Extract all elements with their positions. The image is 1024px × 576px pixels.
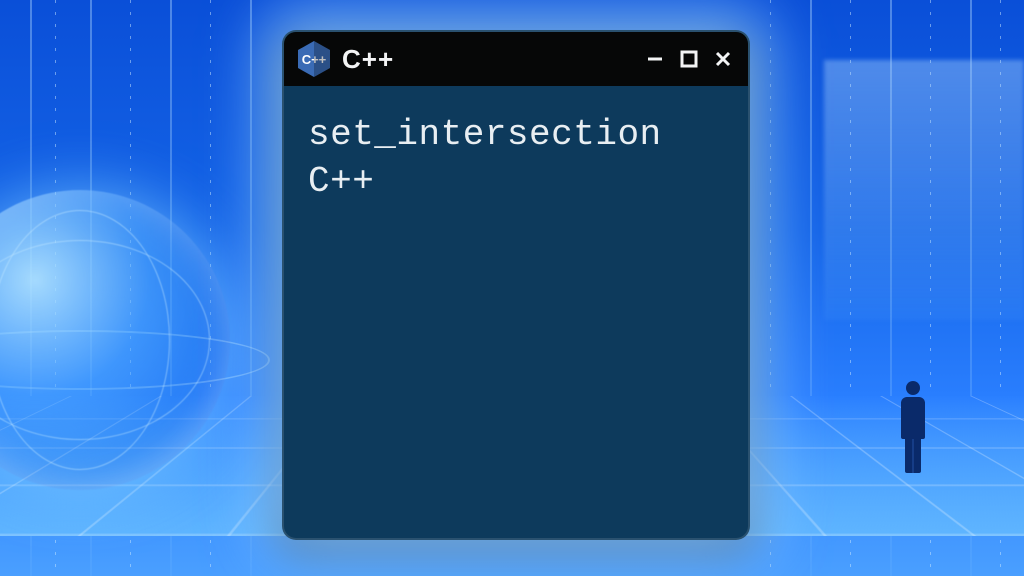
person-silhouette xyxy=(897,381,929,471)
terminal-content: set_intersection C++ xyxy=(284,86,748,232)
maximize-button[interactable] xyxy=(678,48,700,70)
window-controls xyxy=(644,48,734,70)
window-title: C++ xyxy=(342,44,632,75)
minimize-button[interactable] xyxy=(644,48,666,70)
close-button[interactable] xyxy=(712,48,734,70)
cpp-icon: C++ xyxy=(298,41,330,77)
code-line-2: C++ xyxy=(308,159,724,206)
titlebar[interactable]: C++ C++ xyxy=(284,32,748,86)
terminal-window: C++ C++ set_intersection C++ xyxy=(282,30,750,540)
code-line-1: set_intersection xyxy=(308,112,724,159)
